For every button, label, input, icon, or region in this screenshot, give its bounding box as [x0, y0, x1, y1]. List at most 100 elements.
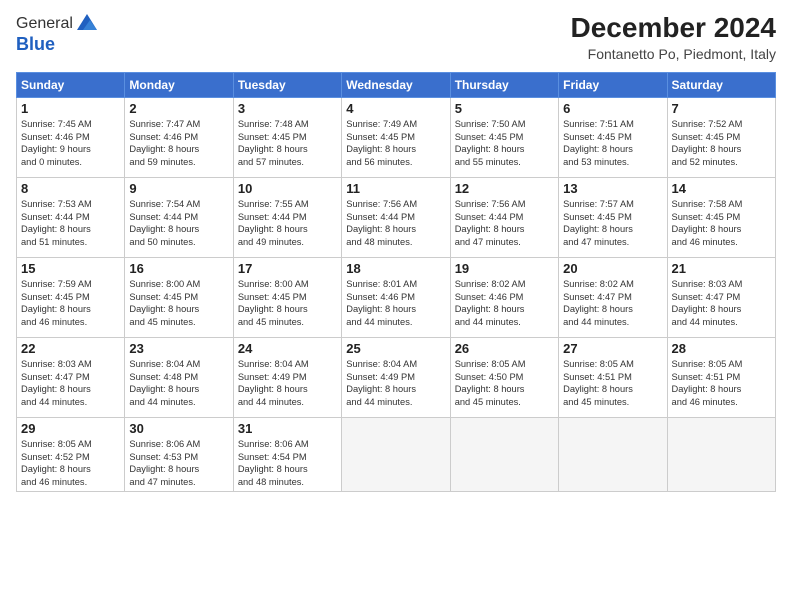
cell-text: Sunrise: 7:54 AMSunset: 4:44 PMDaylight:…	[129, 198, 228, 248]
cell-text: Sunrise: 8:00 AMSunset: 4:45 PMDaylight:…	[129, 278, 228, 328]
day-number: 24	[238, 341, 337, 356]
cell-text: Sunrise: 8:04 AMSunset: 4:49 PMDaylight:…	[238, 358, 337, 408]
day-number: 26	[455, 341, 554, 356]
cell-text: Sunrise: 7:50 AMSunset: 4:45 PMDaylight:…	[455, 118, 554, 168]
day-cell: 6Sunrise: 7:51 AMSunset: 4:45 PMDaylight…	[559, 98, 667, 178]
cell-text: Sunrise: 8:00 AMSunset: 4:45 PMDaylight:…	[238, 278, 337, 328]
day-cell: 12Sunrise: 7:56 AMSunset: 4:44 PMDayligh…	[450, 178, 558, 258]
day-number: 6	[563, 101, 662, 116]
cell-text: Sunrise: 8:05 AMSunset: 4:50 PMDaylight:…	[455, 358, 554, 408]
day-cell: 29Sunrise: 8:05 AMSunset: 4:52 PMDayligh…	[17, 418, 125, 492]
cell-text: Sunrise: 7:58 AMSunset: 4:45 PMDaylight:…	[672, 198, 771, 248]
week-row-2: 8Sunrise: 7:53 AMSunset: 4:44 PMDaylight…	[17, 178, 776, 258]
cell-text: Sunrise: 7:47 AMSunset: 4:46 PMDaylight:…	[129, 118, 228, 168]
col-header-thursday: Thursday	[450, 73, 558, 98]
day-cell: 27Sunrise: 8:05 AMSunset: 4:51 PMDayligh…	[559, 338, 667, 418]
col-header-sunday: Sunday	[17, 73, 125, 98]
col-header-friday: Friday	[559, 73, 667, 98]
cell-text: Sunrise: 7:57 AMSunset: 4:45 PMDaylight:…	[563, 198, 662, 248]
day-number: 20	[563, 261, 662, 276]
cell-text: Sunrise: 8:04 AMSunset: 4:48 PMDaylight:…	[129, 358, 228, 408]
day-number: 5	[455, 101, 554, 116]
cell-text: Sunrise: 7:55 AMSunset: 4:44 PMDaylight:…	[238, 198, 337, 248]
day-cell: 8Sunrise: 7:53 AMSunset: 4:44 PMDaylight…	[17, 178, 125, 258]
day-number: 28	[672, 341, 771, 356]
page-container: General Blue December 2024 Fontanetto Po…	[0, 0, 792, 500]
header: General Blue December 2024 Fontanetto Po…	[16, 12, 776, 62]
day-number: 9	[129, 181, 228, 196]
cell-text: Sunrise: 7:56 AMSunset: 4:44 PMDaylight:…	[346, 198, 445, 248]
col-header-monday: Monday	[125, 73, 233, 98]
day-number: 12	[455, 181, 554, 196]
location: Fontanetto Po, Piedmont, Italy	[571, 46, 776, 62]
cell-text: Sunrise: 8:06 AMSunset: 4:53 PMDaylight:…	[129, 438, 228, 488]
day-cell: 31 Sunrise: 8:06 AMSunset: 4:54 PMDayligh…	[233, 418, 341, 492]
header-row: SundayMondayTuesdayWednesdayThursdayFrid…	[17, 73, 776, 98]
week-row-3: 15Sunrise: 7:59 AMSunset: 4:45 PMDayligh…	[17, 258, 776, 338]
day-number: 29	[21, 421, 120, 436]
day-cell: 9 Sunrise: 7:54 AMSunset: 4:44 PMDaylight…	[125, 178, 233, 258]
cell-text: Sunrise: 8:06 AMSunset: 4:54 PMDaylight:…	[238, 438, 337, 488]
day-number: 16	[129, 261, 228, 276]
day-number: 3	[238, 101, 337, 116]
day-cell: 22 Sunrise: 8:03 AMSunset: 4:47 PMDayligh…	[17, 338, 125, 418]
day-cell: 25 Sunrise: 8:04 AMSunset: 4:49 PMDayligh…	[342, 338, 450, 418]
day-cell: 11 Sunrise: 7:56 AMSunset: 4:44 PMDayligh…	[342, 178, 450, 258]
day-cell: 24 Sunrise: 8:04 AMSunset: 4:49 PMDayligh…	[233, 338, 341, 418]
cell-text: Sunrise: 7:53 AMSunset: 4:44 PMDaylight:…	[21, 198, 120, 248]
day-cell: 26 Sunrise: 8:05 AMSunset: 4:50 PMDayligh…	[450, 338, 558, 418]
day-cell: 10Sunrise: 7:55 AMSunset: 4:44 PMDayligh…	[233, 178, 341, 258]
col-header-saturday: Saturday	[667, 73, 775, 98]
cell-text: Sunrise: 8:03 AMSunset: 4:47 PMDaylight:…	[21, 358, 120, 408]
cell-text: Sunrise: 7:52 AMSunset: 4:45 PMDaylight:…	[672, 118, 771, 168]
day-cell: 13 Sunrise: 7:57 AMSunset: 4:45 PMDayligh…	[559, 178, 667, 258]
calendar-table: SundayMondayTuesdayWednesdayThursdayFrid…	[16, 72, 776, 492]
day-number: 22	[21, 341, 120, 356]
cell-text: Sunrise: 8:01 AMSunset: 4:46 PMDaylight:…	[346, 278, 445, 328]
week-row-4: 22 Sunrise: 8:03 AMSunset: 4:47 PMDayligh…	[17, 338, 776, 418]
cell-text: Sunrise: 8:02 AMSunset: 4:47 PMDaylight:…	[563, 278, 662, 328]
cell-text: Sunrise: 7:49 AMSunset: 4:45 PMDaylight:…	[346, 118, 445, 168]
day-cell: 4 Sunrise: 7:49 AMSunset: 4:45 PMDaylight…	[342, 98, 450, 178]
day-number: 18	[346, 261, 445, 276]
day-cell: 16 Sunrise: 8:00 AMSunset: 4:45 PMDayligh…	[125, 258, 233, 338]
cell-text: Sunrise: 8:03 AMSunset: 4:47 PMDaylight:…	[672, 278, 771, 328]
day-cell: 19 Sunrise: 8:02 AMSunset: 4:46 PMDayligh…	[450, 258, 558, 338]
day-number: 13	[563, 181, 662, 196]
day-cell	[667, 418, 775, 492]
cell-text: Sunrise: 7:45 AMSunset: 4:46 PMDaylight:…	[21, 118, 120, 168]
day-cell: 30 Sunrise: 8:06 AMSunset: 4:53 PMDayligh…	[125, 418, 233, 492]
logo-icon	[75, 12, 99, 36]
logo: General Blue	[16, 12, 99, 55]
day-cell: 3Sunrise: 7:48 AMSunset: 4:45 PMDaylight…	[233, 98, 341, 178]
day-number: 15	[21, 261, 120, 276]
cell-text: Sunrise: 8:02 AMSunset: 4:46 PMDaylight:…	[455, 278, 554, 328]
day-cell	[559, 418, 667, 492]
day-number: 1	[21, 101, 120, 116]
day-number: 14	[672, 181, 771, 196]
month-year: December 2024	[571, 12, 776, 44]
day-number: 23	[129, 341, 228, 356]
cell-text: Sunrise: 8:04 AMSunset: 4:49 PMDaylight:…	[346, 358, 445, 408]
day-cell: 1 Sunrise: 7:45 AMSunset: 4:46 PMDaylight…	[17, 98, 125, 178]
day-cell: 2 Sunrise: 7:47 AMSunset: 4:46 PMDaylight…	[125, 98, 233, 178]
day-number: 25	[346, 341, 445, 356]
week-row-5: 29Sunrise: 8:05 AMSunset: 4:52 PMDayligh…	[17, 418, 776, 492]
day-number: 30	[129, 421, 228, 436]
day-number: 4	[346, 101, 445, 116]
day-number: 2	[129, 101, 228, 116]
col-header-wednesday: Wednesday	[342, 73, 450, 98]
day-cell: 17 Sunrise: 8:00 AMSunset: 4:45 PMDayligh…	[233, 258, 341, 338]
logo-general: General	[16, 15, 73, 33]
day-number: 21	[672, 261, 771, 276]
day-cell	[450, 418, 558, 492]
day-number: 19	[455, 261, 554, 276]
day-number: 31	[238, 421, 337, 436]
day-cell: 15Sunrise: 7:59 AMSunset: 4:45 PMDayligh…	[17, 258, 125, 338]
day-cell: 14 Sunrise: 7:58 AMSunset: 4:45 PMDayligh…	[667, 178, 775, 258]
day-number: 27	[563, 341, 662, 356]
day-number: 17	[238, 261, 337, 276]
day-number: 11	[346, 181, 445, 196]
day-cell	[342, 418, 450, 492]
day-cell: 18 Sunrise: 8:01 AMSunset: 4:46 PMDayligh…	[342, 258, 450, 338]
